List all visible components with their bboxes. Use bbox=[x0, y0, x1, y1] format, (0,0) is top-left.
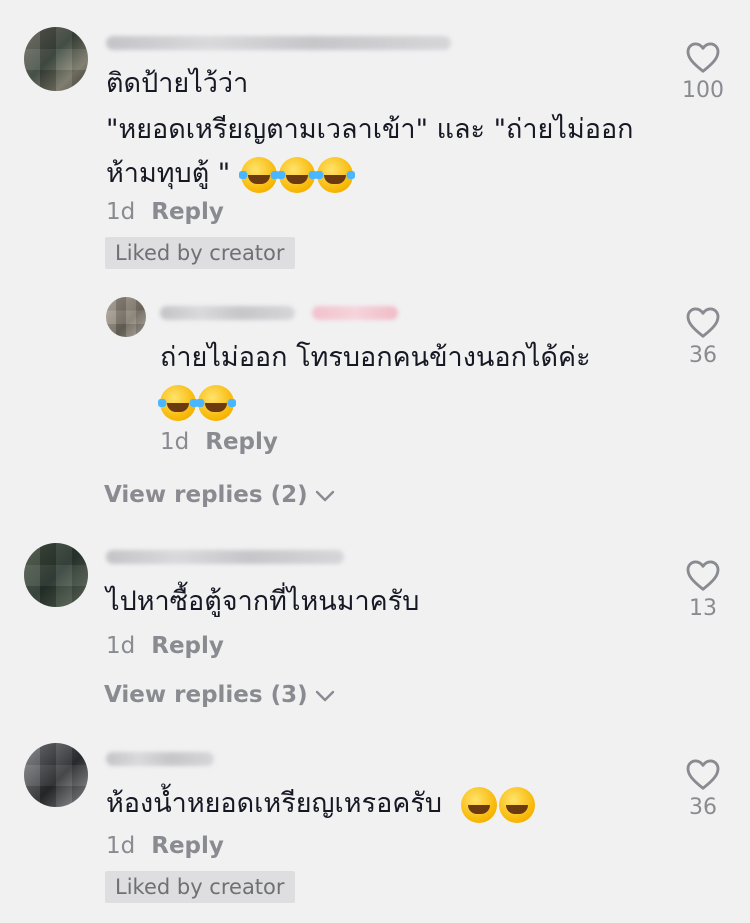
view-replies-label: View replies (3) bbox=[104, 682, 308, 708]
comment-meta: 1d Reply bbox=[160, 429, 278, 455]
view-replies-button[interactable]: View replies (2) bbox=[104, 482, 336, 508]
reply-button[interactable]: Reply bbox=[151, 199, 224, 225]
like-button[interactable]: 36 bbox=[673, 757, 733, 820]
like-count: 100 bbox=[682, 78, 724, 103]
heart-outline-icon[interactable] bbox=[685, 757, 721, 791]
avatar[interactable] bbox=[106, 297, 146, 337]
timestamp: 1d bbox=[106, 633, 136, 659]
like-button[interactable]: 36 bbox=[673, 305, 733, 368]
avatar[interactable] bbox=[24, 743, 88, 807]
grinning-face-emoji-icon bbox=[460, 786, 497, 823]
like-count: 13 bbox=[689, 596, 717, 621]
comment-meta: 1d Reply bbox=[106, 633, 224, 659]
tears-of-joy-emoji-icon bbox=[196, 384, 236, 421]
avatar[interactable] bbox=[24, 27, 88, 91]
username-blurred[interactable] bbox=[106, 752, 214, 766]
heart-outline-icon[interactable] bbox=[685, 558, 721, 592]
view-replies-button[interactable]: View replies (3) bbox=[104, 682, 336, 708]
comment-text-line: ติดป้ายไว้ว่า bbox=[106, 68, 249, 99]
like-button[interactable]: 13 bbox=[673, 558, 733, 621]
username-blurred[interactable] bbox=[106, 36, 451, 50]
username-blurred[interactable] bbox=[160, 306, 295, 320]
comment-text-line: ไปหาซื้อตู้จากที่ไหนมาครับ bbox=[106, 586, 420, 617]
heart-outline-icon[interactable] bbox=[685, 305, 721, 339]
heart-outline-icon[interactable] bbox=[685, 40, 721, 74]
comment-text: ห้ามทุบตู้ " bbox=[106, 158, 231, 189]
reply-button[interactable]: Reply bbox=[205, 429, 278, 455]
chevron-down-icon bbox=[315, 490, 334, 501]
username-blurred[interactable] bbox=[106, 550, 344, 564]
grinning-face-emoji-icon bbox=[498, 786, 535, 823]
comment-meta: 1d Reply bbox=[106, 833, 224, 859]
reply-button[interactable]: Reply bbox=[151, 833, 224, 859]
timestamp: 1d bbox=[106, 833, 136, 859]
tears-of-joy-emoji-icon bbox=[276, 156, 317, 193]
creator-label-blurred bbox=[312, 306, 398, 320]
avatar[interactable] bbox=[24, 543, 88, 607]
tears-of-joy-emoji-icon bbox=[314, 156, 355, 193]
like-count: 36 bbox=[689, 343, 717, 368]
comment-meta: 1d Reply bbox=[106, 199, 224, 225]
comment-text-line: "หยอดเหรียญตามเวลาเข้า" และ "ถ่ายไม่ออก bbox=[106, 114, 634, 145]
comment-text-line: ห้องน้ำหยอดเหรียญเหรอครับ bbox=[106, 782, 535, 826]
timestamp: 1d bbox=[106, 199, 136, 225]
liked-by-creator-badge: Liked by creator bbox=[105, 237, 295, 269]
liked-by-creator-badge: Liked by creator bbox=[105, 871, 295, 903]
timestamp: 1d bbox=[160, 429, 190, 455]
tears-of-joy-emoji-icon bbox=[238, 156, 279, 193]
comment-text-line bbox=[158, 380, 236, 424]
comment-text-line: ห้ามทุบตู้ " bbox=[106, 152, 355, 196]
comment-text: ห้องน้ำหยอดเหรียญเหรอครับ bbox=[106, 788, 442, 819]
like-count: 36 bbox=[689, 795, 717, 820]
comment-text-line: ถ่ายไม่ออก โทรบอกคนข้างนอกได้ค่ะ bbox=[160, 342, 591, 373]
reply-button[interactable]: Reply bbox=[151, 633, 224, 659]
tears-of-joy-emoji-icon bbox=[158, 384, 198, 421]
view-replies-label: View replies (2) bbox=[104, 482, 308, 508]
chevron-down-icon bbox=[315, 690, 334, 701]
like-button[interactable]: 100 bbox=[673, 40, 733, 103]
